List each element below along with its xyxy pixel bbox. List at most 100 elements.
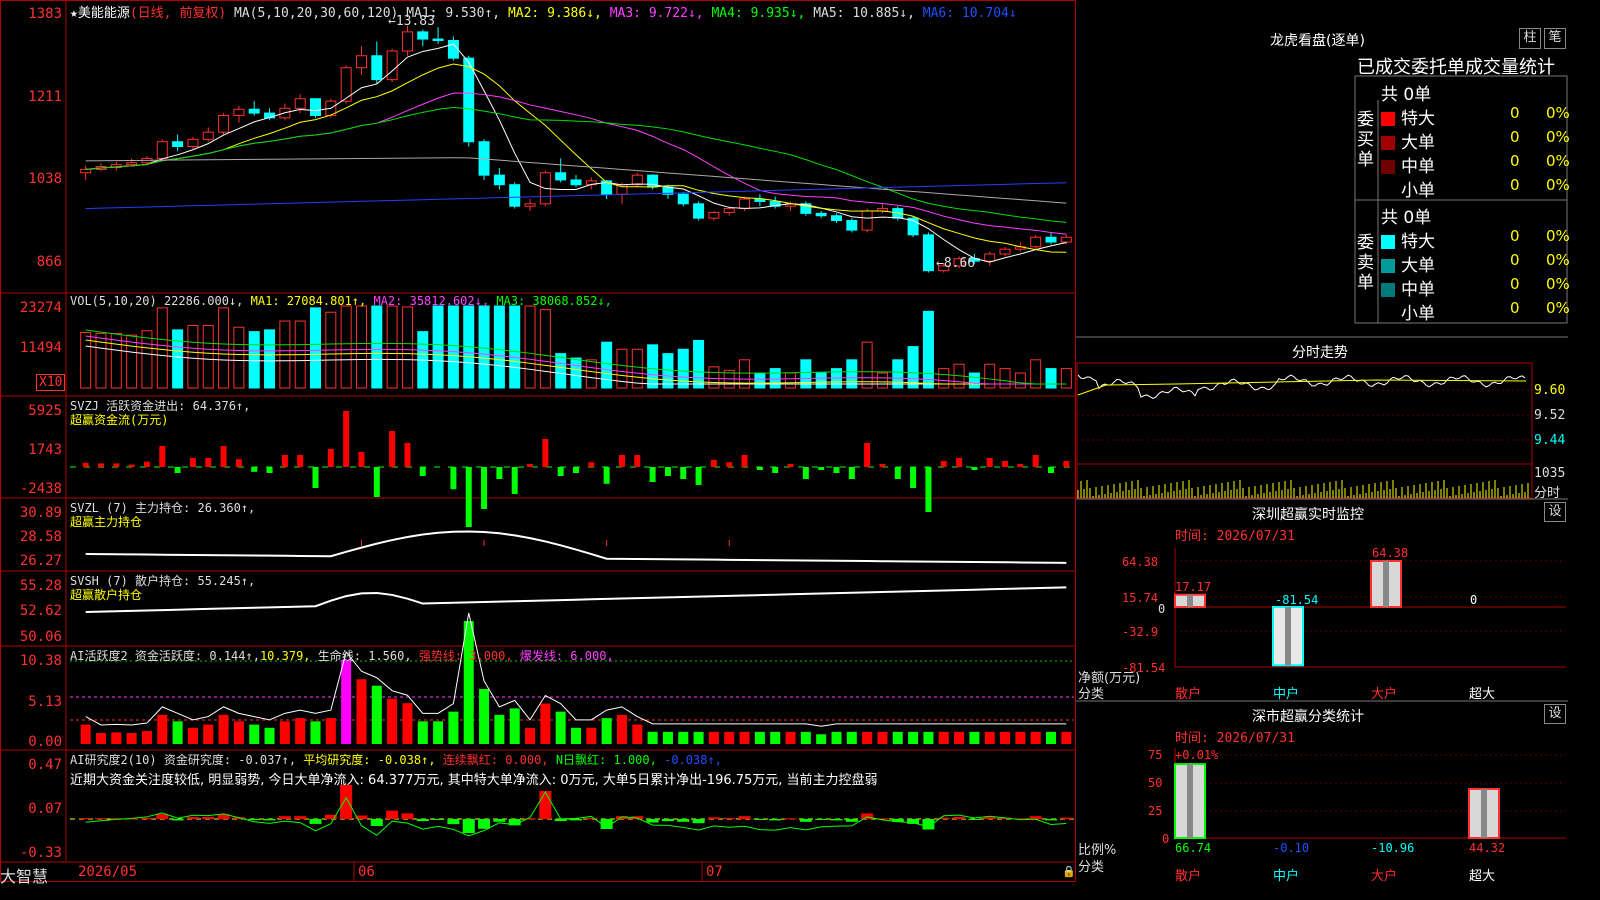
research-bar [294, 816, 307, 819]
active-bar [264, 727, 275, 744]
research-bar [753, 819, 766, 820]
research-bar [1045, 819, 1058, 821]
classify-category-label: 超大 [1469, 869, 1496, 884]
monitor-category-label: 超大 [1469, 687, 1496, 702]
ma-caption: MA(5,10,20,30,60,120) [233, 6, 399, 21]
order-row: 中单 [1381, 275, 1435, 300]
volume-bar [141, 330, 153, 389]
svzj-bar [1002, 461, 1009, 467]
active-bar [632, 724, 643, 744]
ai-research-axis-tick: 0.47 [28, 757, 62, 773]
monitor-value-label: 17.17 [1175, 580, 1212, 594]
active-bar [540, 703, 551, 744]
research-bar [263, 819, 276, 821]
order-percent: 0% [1546, 104, 1570, 122]
svzj-bar [82, 462, 89, 467]
svzj-bar [664, 467, 671, 476]
classify-title: 深市超赢分类统计 [1252, 709, 1364, 725]
candle-body [233, 108, 245, 116]
volume-bar [999, 368, 1011, 389]
ai-active-header: AI活跃度2 资金活跃度: 0.144↑,10.379, 生命线: 1.560,… [70, 649, 614, 663]
order-percent: 0% [1546, 152, 1570, 170]
svzj-bar [940, 461, 947, 467]
classify-top-label: +0.01% [1175, 748, 1219, 762]
active-bar [172, 721, 183, 744]
research-bar [646, 819, 659, 823]
main-chart-area[interactable] [0, 0, 1076, 882]
ma6-value: MA6: 10.704↓ [922, 6, 1017, 21]
volume-bar [156, 307, 168, 389]
tick-mode-button[interactable]: 笔 [1544, 28, 1566, 49]
order-type-label: 中单 [1401, 157, 1435, 177]
classify-axis-tick: 50 [1148, 776, 1163, 790]
volume-bar [754, 372, 766, 389]
svzl-subtitle: 超赢主力持仓 [70, 515, 143, 529]
price-axis-tick: 1383 [28, 6, 62, 22]
active-bar [800, 731, 811, 744]
research-bar [907, 819, 920, 824]
active-bar [831, 731, 842, 744]
active-bar [739, 731, 750, 744]
svzj-bar [266, 467, 273, 473]
classify-value-label: -0.10 [1273, 841, 1310, 855]
candle-body [172, 141, 184, 147]
price-axis-tick: 1211 [28, 89, 62, 105]
active-bar [647, 731, 658, 744]
candle-body [922, 234, 934, 272]
svzj-bar [573, 467, 579, 473]
order-count: 0 [1510, 104, 1520, 122]
buy-order-label: 委买单 [1357, 110, 1374, 170]
vol-axis-tick: 11494 [19, 340, 62, 356]
volume-bar [677, 348, 689, 389]
active-bar [479, 688, 490, 744]
volume-bar [264, 329, 276, 389]
ma4-value: MA4: 9.935↓, [711, 6, 806, 21]
volume-bar [187, 324, 199, 389]
research-bar [799, 819, 812, 822]
monitor-category-label: 散户 [1175, 687, 1202, 702]
active-bar [218, 714, 229, 744]
svzj-bar [818, 467, 825, 470]
svzj-bar [327, 449, 334, 467]
monitor-settings-button[interactable]: 设 [1544, 502, 1566, 522]
candle-body [432, 38, 444, 41]
monitor-value-label: -81.54 [1275, 593, 1319, 607]
svzj-subtitle: 超赢资金流(万元) [70, 413, 169, 427]
candle-body [187, 138, 199, 148]
svzj-bar [618, 455, 625, 467]
candle-body [80, 168, 92, 174]
volume-bar [233, 326, 245, 389]
classify-category: 分类 [1078, 860, 1105, 875]
svzj-bar [159, 446, 166, 467]
volume-bar [1014, 372, 1026, 389]
candle-body [401, 31, 413, 52]
candle-body [126, 162, 138, 166]
active-bar [555, 711, 566, 744]
svzj-axis-tick: 5925 [28, 403, 62, 419]
classify-axis-tick: 25 [1148, 804, 1163, 818]
svzj-bar [465, 467, 472, 527]
bar-mode-button[interactable]: 柱 [1519, 28, 1541, 49]
svzj-bar [695, 467, 702, 485]
sell-total: 共 0单 [1381, 208, 1432, 228]
order-percent: 0% [1546, 251, 1570, 269]
candle-body [984, 253, 996, 262]
classify-settings-button[interactable]: 设 [1544, 704, 1566, 724]
order-count: 0 [1510, 275, 1520, 293]
svsh-line [85, 586, 1067, 613]
research-bar [386, 810, 399, 819]
lhb-tabs[interactable]: 已成交委托单成交量统计 [1357, 53, 1555, 79]
star-icon[interactable]: ★ [70, 6, 78, 21]
research-bar [953, 816, 966, 819]
svsh-subtitle: 超赢散户持仓 [70, 588, 143, 602]
active-bar [616, 714, 627, 744]
research-bar [416, 819, 429, 822]
active-bar [233, 721, 244, 744]
ma3-value: MA3: 9.722↓, [609, 6, 704, 21]
research-bar [1060, 817, 1073, 819]
svzj-bar [312, 467, 319, 488]
svzj-bar [710, 459, 717, 467]
research-bar [248, 819, 261, 821]
classify-bar-shade [1187, 764, 1193, 838]
lock-icon[interactable]: 🔒 [1062, 865, 1076, 878]
